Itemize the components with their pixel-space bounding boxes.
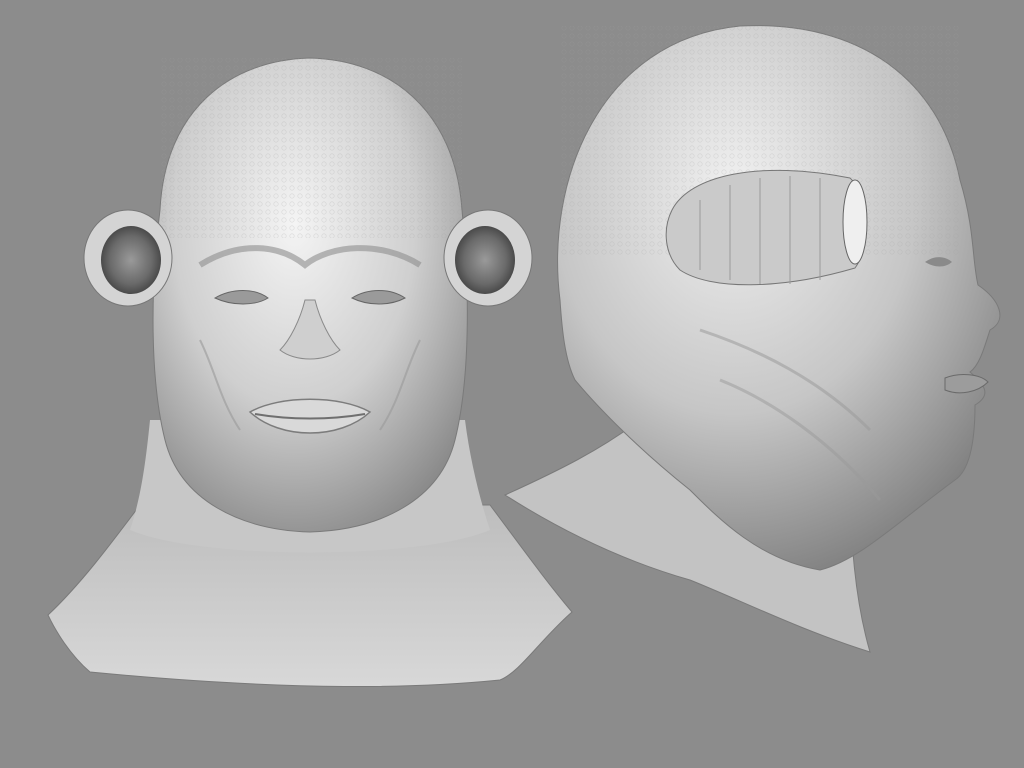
render-viewport [0,0,1024,768]
front-right-ear-hole [455,226,515,294]
side-ear [665,169,867,286]
front-left-ear-hole [101,226,161,294]
side-ear-opening [842,179,868,265]
scene-canvas [0,0,1024,768]
